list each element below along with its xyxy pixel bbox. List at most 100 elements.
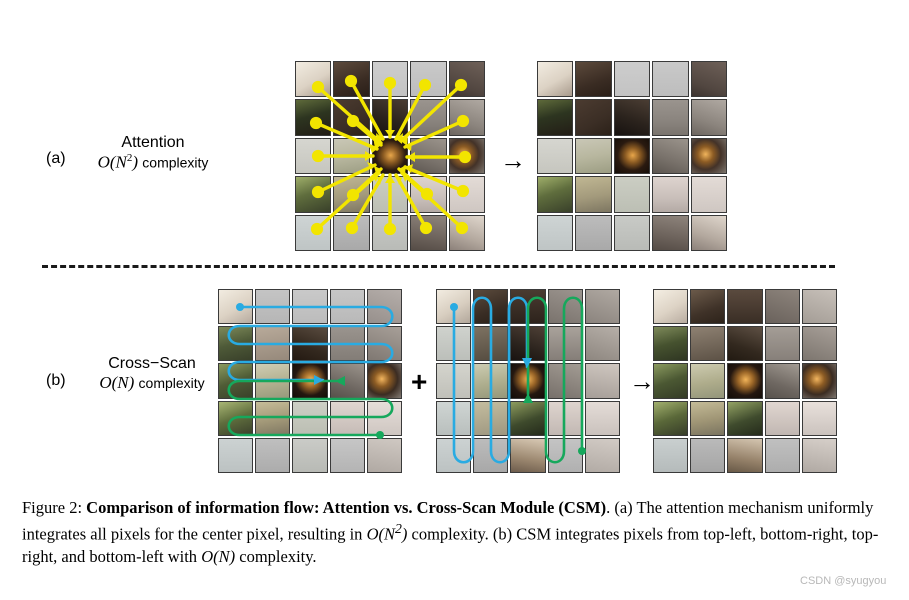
patch [371, 61, 409, 98]
patch [371, 99, 409, 136]
patch [473, 400, 509, 436]
patch [366, 289, 402, 325]
patch [575, 176, 612, 213]
patch [329, 326, 365, 362]
patch [690, 99, 727, 136]
patch [295, 99, 332, 136]
patch [436, 363, 472, 399]
patch [652, 176, 689, 213]
row-a-method-label: Attention O(N2) complexity [88, 134, 218, 173]
patch [584, 289, 620, 325]
patch [410, 176, 447, 213]
row-a-tag: (a) [46, 150, 66, 167]
attention-input-grid [295, 61, 485, 251]
patch [690, 326, 726, 362]
caption-bigo-2-arg: N [218, 547, 230, 567]
patch [547, 289, 583, 325]
row-b-complexity-word: complexity [138, 375, 205, 391]
row-b-bigo-symbol: O [99, 373, 112, 392]
patch [218, 437, 254, 473]
patch [653, 437, 689, 473]
patch [255, 326, 291, 362]
caption-bigo-1: O [366, 524, 379, 544]
patch [329, 289, 365, 325]
patch [690, 289, 726, 325]
patch [366, 363, 402, 399]
patch [690, 363, 726, 399]
patch [329, 400, 365, 436]
row-a-arrow-operator: → [500, 145, 526, 175]
patch [537, 99, 574, 136]
row-a-complexity: O(N2) complexity [97, 152, 209, 172]
patch [333, 176, 370, 213]
patch [436, 437, 472, 473]
patch [653, 289, 689, 325]
patch [218, 400, 254, 436]
patch-center [292, 363, 328, 399]
crossscan-vertical-cells [436, 289, 620, 473]
row-a-complexity-word: complexity [142, 154, 209, 171]
crossscan-output-grid [653, 289, 837, 473]
patch [727, 289, 763, 325]
row-a-bigo-arg: N [115, 152, 127, 172]
patch [333, 61, 370, 98]
patch [436, 289, 472, 325]
patch [575, 61, 612, 98]
patch [510, 400, 546, 436]
row-b-tag: (b) [46, 372, 66, 389]
csdn-watermark: CSDN @syugyou [800, 575, 887, 587]
caption-part-c: complexity. [235, 547, 317, 567]
patch [255, 437, 291, 473]
patch [613, 61, 651, 98]
patch [333, 214, 370, 251]
attention-input-grid-cells [295, 61, 485, 251]
patch [510, 437, 546, 473]
patch [690, 214, 727, 251]
patch [537, 137, 574, 175]
patch [690, 176, 727, 213]
patch [727, 326, 763, 362]
patch [547, 437, 583, 473]
patch [575, 137, 612, 175]
figure-caption: Figure 2: Comparison of information flow… [22, 498, 879, 567]
patch [329, 437, 365, 473]
patch [218, 363, 254, 399]
row-a-bigo-symbol: O [97, 152, 110, 172]
section-divider [42, 265, 835, 268]
crossscan-output-cells [653, 289, 837, 473]
patch [371, 176, 409, 213]
patch [584, 400, 620, 436]
patch [448, 61, 485, 98]
patch [652, 137, 689, 175]
patch [653, 363, 689, 399]
patch [292, 400, 328, 436]
crossscan-vertical-grid [436, 289, 620, 473]
patch-center [371, 137, 409, 175]
patch [255, 363, 291, 399]
patch [295, 137, 332, 175]
crossscan-horizontal-grid [218, 289, 402, 473]
patch [410, 137, 447, 175]
patch [764, 437, 800, 473]
patch-center [613, 137, 651, 175]
patch [547, 363, 583, 399]
patch [652, 214, 689, 251]
patch [295, 176, 332, 213]
patch [653, 326, 689, 362]
patch [584, 326, 620, 362]
caption-title: Comparison of information flow: Attentio… [86, 498, 607, 517]
patch [652, 99, 689, 136]
row-b-arrow-operator: → [629, 366, 655, 396]
row-b-bigo-arg: N [117, 373, 129, 392]
patch [473, 289, 509, 325]
patch [727, 400, 763, 436]
patch [510, 326, 546, 362]
patch-center [727, 363, 763, 399]
patch [436, 400, 472, 436]
patch [295, 61, 332, 98]
patch [653, 400, 689, 436]
caption-label: Figure 2: [22, 498, 83, 517]
patch [801, 400, 837, 436]
patch [436, 326, 472, 362]
patch [575, 214, 612, 251]
